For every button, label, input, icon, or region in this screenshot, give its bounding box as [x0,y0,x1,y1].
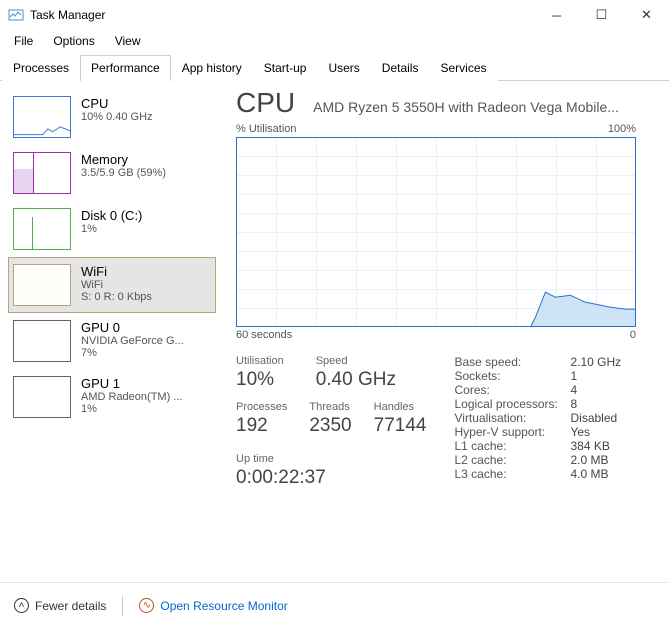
sockets-label: Sockets: [454,369,570,383]
sidebar-wifi-sub2: S: 0 R: 0 Kbps [81,291,152,303]
threads-value: 2350 [309,415,351,437]
utilisation-label: Utilisation [236,355,284,367]
sidebar-wifi-sub1: WiFi [81,279,152,291]
app-icon [8,7,24,23]
menubar: File Options View [0,30,669,52]
disk-thumb [13,208,71,250]
l1-cache-label: L1 cache: [454,439,570,453]
sidebar-item-gpu1[interactable]: GPU 1 AMD Radeon(TM) ... 1% [8,369,216,425]
cores-value: 4 [570,383,577,397]
cpu-thumb [13,96,71,138]
utilisation-chart [236,137,636,327]
logical-processors-label: Logical processors: [454,397,570,411]
sidebar-item-wifi[interactable]: WiFi WiFi S: 0 R: 0 Kbps [8,257,216,313]
tab-processes[interactable]: Processes [2,55,80,81]
footer: ˄ Fewer details ∿ Open Resource Monitor [0,582,669,628]
l2-cache-label: L2 cache: [454,453,570,467]
menu-view[interactable]: View [107,32,149,50]
cpu-model: AMD Ryzen 5 3550H with Radeon Vega Mobil… [313,99,659,115]
chevron-up-icon: ˄ [14,598,29,613]
sidebar-item-cpu[interactable]: CPU 10% 0.40 GHz [8,89,216,145]
utilisation-value: 10% [236,369,284,391]
sidebar-gpu1-title: GPU 1 [81,376,182,391]
sidebar-disk-sub: 1% [81,223,142,235]
l2-cache-value: 2.0 MB [570,453,608,467]
tab-app-history[interactable]: App history [171,55,253,81]
sidebar-cpu-sub: 10% 0.40 GHz [81,111,153,123]
l3-cache-value: 4.0 MB [570,467,608,481]
hyperv-value: Yes [570,425,590,439]
resource-monitor-icon: ∿ [139,598,154,613]
sidebar-memory-title: Memory [81,152,166,167]
sidebar-item-disk[interactable]: Disk 0 (C:) 1% [8,201,216,257]
cpu-details: Base speed:2.10 GHz Sockets:1 Cores:4 Lo… [454,355,621,489]
wifi-thumb [13,264,71,306]
sockets-value: 1 [570,369,577,383]
chart-top-left-label: % Utilisation [236,123,297,135]
tab-bar: Processes Performance App history Start-… [0,54,669,81]
base-speed-label: Base speed: [454,355,570,369]
gpu1-thumb [13,376,71,418]
tab-services[interactable]: Services [429,55,497,81]
logical-processors-value: 8 [570,397,577,411]
virtualisation-value: Disabled [570,411,617,425]
processes-value: 192 [236,415,287,437]
cores-label: Cores: [454,383,570,397]
sidebar: CPU 10% 0.40 GHz Memory 3.5/5.9 GB (59%)… [0,81,216,569]
maximize-button[interactable]: ☐ [579,0,624,30]
sidebar-cpu-title: CPU [81,96,153,111]
titlebar: Task Manager ─ ☐ ✕ [0,0,669,30]
l3-cache-label: L3 cache: [454,467,570,481]
chart-bottom-right-label: 0 [630,329,636,341]
fewer-details-button[interactable]: ˄ Fewer details [14,598,106,613]
tab-performance[interactable]: Performance [80,55,171,81]
sidebar-gpu0-sub1: NVIDIA GeForce G... [81,335,184,347]
window-controls: ─ ☐ ✕ [534,0,669,30]
chart-top-right-label: 100% [608,123,636,135]
sidebar-wifi-title: WiFi [81,264,152,279]
sidebar-gpu0-sub2: 7% [81,347,184,359]
tab-details[interactable]: Details [371,55,430,81]
menu-options[interactable]: Options [45,32,102,50]
open-resource-monitor-label: Open Resource Monitor [160,599,287,613]
l1-cache-value: 384 KB [570,439,609,453]
content: CPU 10% 0.40 GHz Memory 3.5/5.9 GB (59%)… [0,81,669,569]
sidebar-gpu0-title: GPU 0 [81,320,184,335]
fewer-details-label: Fewer details [35,599,106,613]
uptime-label: Up time [236,453,426,465]
tab-start-up[interactable]: Start-up [253,55,318,81]
main-pane: CPU AMD Ryzen 5 3550H with Radeon Vega M… [216,81,669,569]
sidebar-memory-sub: 3.5/5.9 GB (59%) [81,167,166,179]
base-speed-value: 2.10 GHz [570,355,621,369]
tab-users[interactable]: Users [317,55,370,81]
speed-label: Speed [316,355,396,367]
chart-bottom-left-label: 60 seconds [236,329,292,341]
sidebar-gpu1-sub1: AMD Radeon(TM) ... [81,391,182,403]
virtualisation-label: Virtualisation: [454,411,570,425]
memory-thumb [13,152,71,194]
menu-file[interactable]: File [6,32,41,50]
gpu0-thumb [13,320,71,362]
handles-label: Handles [374,401,427,413]
handles-value: 77144 [374,415,427,437]
minimize-button[interactable]: ─ [534,0,579,30]
sidebar-item-gpu0[interactable]: GPU 0 NVIDIA GeForce G... 7% [8,313,216,369]
speed-value: 0.40 GHz [316,369,396,391]
page-title: CPU [236,87,295,119]
close-button[interactable]: ✕ [624,0,669,30]
threads-label: Threads [309,401,351,413]
processes-label: Processes [236,401,287,413]
window-title: Task Manager [30,8,534,22]
open-resource-monitor-link[interactable]: ∿ Open Resource Monitor [139,598,287,613]
hyperv-label: Hyper-V support: [454,425,570,439]
uptime-value: 0:00:22:37 [236,467,426,489]
sidebar-gpu1-sub2: 1% [81,403,182,415]
separator [122,596,123,616]
sidebar-disk-title: Disk 0 (C:) [81,208,142,223]
sidebar-item-memory[interactable]: Memory 3.5/5.9 GB (59%) [8,145,216,201]
